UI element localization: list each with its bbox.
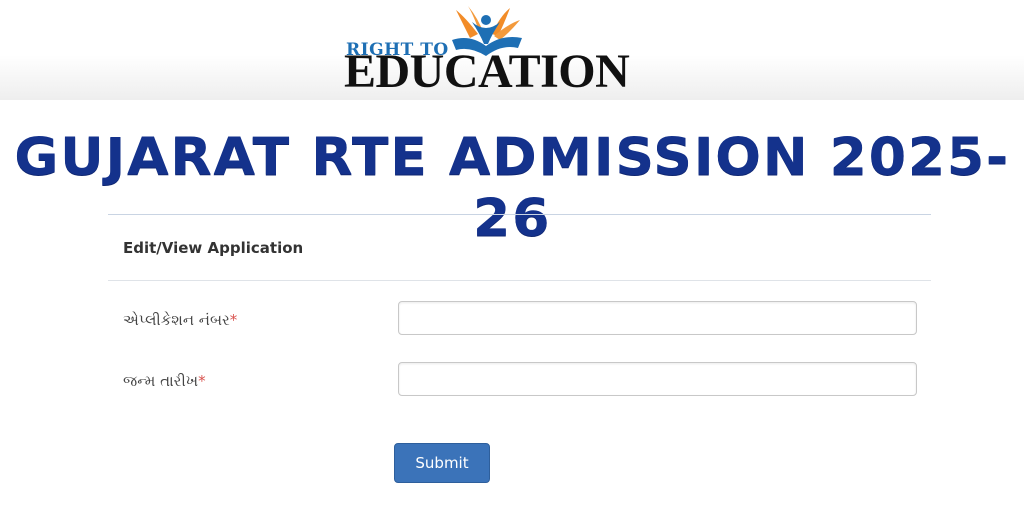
edit-view-application-panel: Edit/View Application એપ્લીકેશન નંબર* જન… xyxy=(108,214,931,504)
submit-button[interactable]: Submit xyxy=(394,443,490,483)
required-mark: * xyxy=(198,372,206,390)
right-to-education-logo: RIGHT TO EDUCATION xyxy=(340,4,675,96)
application-number-label-text: એપ્લીકેશન નંબર xyxy=(123,311,230,329)
birth-date-label: જન્મ તારીખ* xyxy=(123,372,206,390)
application-number-label: એપ્લીકેશન નંબર* xyxy=(123,311,237,329)
header-band: RIGHT TO EDUCATION xyxy=(0,0,1024,100)
panel-heading: Edit/View Application xyxy=(108,215,931,281)
birth-date-input[interactable] xyxy=(398,362,917,396)
required-mark: * xyxy=(229,311,238,329)
panel-heading-text: Edit/View Application xyxy=(123,239,304,257)
logo-main-text: EDUCATION xyxy=(344,45,630,98)
application-number-input[interactable] xyxy=(398,301,917,335)
birth-date-label-text: જન્મ તારીખ xyxy=(123,372,199,390)
